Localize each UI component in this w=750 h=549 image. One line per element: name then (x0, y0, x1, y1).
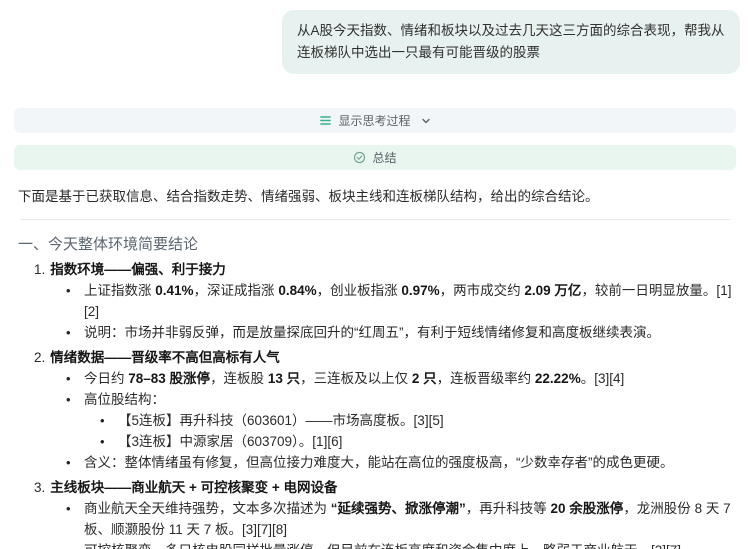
bullet-dot: • (66, 280, 71, 301)
bullet-dot: • (100, 410, 105, 431)
bullet-line: • 说明：市场并非弱反弹，而是放量探底回升的“红周五”，有利于短线情绪修复和高度… (18, 322, 732, 343)
check-circle-icon (353, 151, 366, 164)
bullet-dot: • (66, 322, 71, 343)
divider (20, 219, 730, 220)
chevron-down-icon (421, 116, 431, 126)
show-thinking-label: 显示思考过程 (338, 112, 410, 129)
summary-list: 1.指数环境——偏强、利于接力 • 上证指数涨 0.41%，深证成指涨 0.84… (18, 259, 732, 549)
section-title: 一、今天整体环境简要结论 (18, 234, 732, 255)
user-message-bubble: 从A股今天指数、情绪和板块以及过去几天这三方面的综合表现，帮我从连板梯队中选出一… (282, 10, 740, 74)
summary-bar[interactable]: 总结 (14, 145, 736, 170)
summary-label: 总结 (372, 149, 396, 166)
list-item-title: 2.情绪数据——晋级率不高但高标有人气 (18, 347, 732, 368)
user-message-row: 从A股今天指数、情绪和板块以及过去几天这三方面的综合表现，帮我从连板梯队中选出一… (0, 0, 750, 74)
nested-bullet-line: • 【3连板】中源家居（603709）。[1][6] (18, 431, 732, 452)
list-item-title: 1.指数环境——偏强、利于接力 (18, 259, 732, 280)
bullet-dot: • (66, 368, 71, 389)
list-item-title: 3.主线板块——商业航天 + 可控核聚变 + 电网设备 (18, 477, 732, 498)
bullet-line: • 商业航天全天维持强势，文本多次描述为 “延续强势、掀涨停潮”，再升科技等 2… (18, 498, 732, 540)
bullet-dot: • (66, 389, 71, 410)
show-thinking-bar[interactable]: 显示思考过程 (14, 108, 736, 133)
bullet-dot: • (66, 540, 71, 549)
list-icon (319, 114, 332, 127)
bullet-line: • 高位股结构： (18, 389, 732, 410)
intro-paragraph: 下面是基于已获取信息、结合指数走势、情绪强弱、板块主线和连板梯队结构，给出的综合… (18, 186, 732, 207)
answer-content: 下面是基于已获取信息、结合指数走势、情绪强弱、板块主线和连板梯队结构，给出的综合… (0, 186, 750, 549)
bullet-line: • 上证指数涨 0.41%，深证成指涨 0.84%，创业板指涨 0.97%，两市… (18, 280, 732, 322)
bullet-dot: • (66, 498, 71, 519)
bullet-line: • 今日约 78–83 股涨停，连板股 13 只，三连板及以上仅 2 只，连板晋… (18, 368, 732, 389)
bullet-line: • 可控核聚变、多只核电股同样批量涨停，但目前在连板高度和资金集中度上，略弱于商… (18, 540, 732, 549)
nested-bullet-line: • 【5连板】再升科技（603601）——市场高度板。[3][5] (18, 410, 732, 431)
bullet-dot: • (66, 452, 71, 473)
bullet-line: • 含义：整体情绪虽有修复，但高位接力难度大，能站在高位的强度极高，“少数幸存者… (18, 452, 732, 473)
bullet-dot: • (100, 431, 105, 452)
